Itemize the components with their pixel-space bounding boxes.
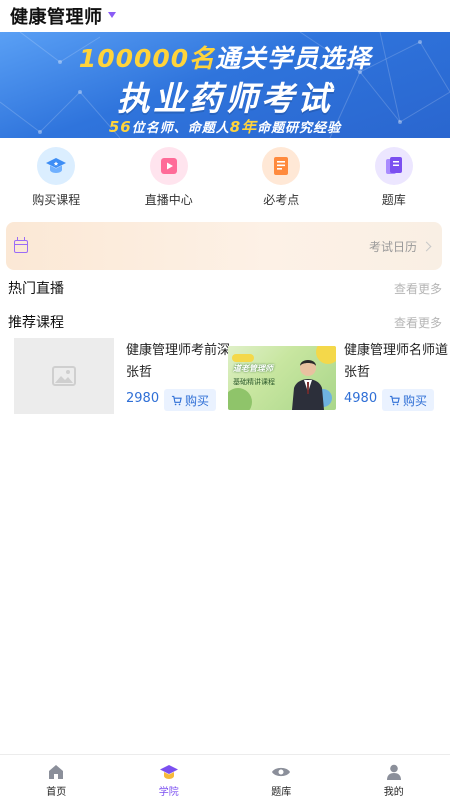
tab-question-bank[interactable]: 题库 (225, 755, 338, 800)
cart-icon (171, 395, 182, 405)
buy-button[interactable]: 购买 (164, 389, 216, 411)
image-placeholder-icon (52, 366, 76, 386)
course-card[interactable]: 健康管理师考前深张哲 2980 购买 (14, 338, 234, 418)
quicknav-label: 必考点 (263, 193, 300, 207)
play-icon (149, 147, 188, 185)
course-thumbnail: 道老管理师 基础精讲课程 (228, 346, 336, 410)
course-thumbnail (14, 338, 114, 414)
course-card[interactable]: 道老管理师 基础精讲课程 健康管理师名师道张哲 4980 购买 (228, 338, 448, 418)
calendar-icon (14, 236, 28, 253)
user-icon (386, 764, 401, 780)
quicknav-live-center[interactable]: 直播中心 (113, 142, 226, 214)
quicknav-label: 题库 (381, 193, 406, 207)
quicknav-question-bank[interactable]: 题库 (338, 142, 450, 214)
question-bank-icon (374, 147, 413, 185)
buy-label: 购买 (184, 393, 209, 408)
category-dropdown-icon[interactable] (107, 12, 116, 18)
home-icon (49, 765, 64, 779)
tab-label: 题库 (271, 787, 292, 798)
tab-home[interactable]: 首页 (0, 755, 113, 800)
tab-label: 学院 (158, 787, 179, 798)
graduation-cap-icon (159, 765, 178, 779)
notebook-icon (262, 147, 301, 185)
tab-label: 我的 (383, 787, 404, 798)
exam-category-title[interactable]: 健康管理师 (10, 3, 103, 29)
quicknav-label: 购买课程 (32, 193, 81, 207)
section-title: 热门直播 (8, 281, 64, 297)
cart-icon (389, 395, 400, 405)
app-header: 健康管理师 (0, 0, 450, 32)
tab-academy[interactable]: 学院 (113, 755, 226, 800)
quick-nav: 购买课程 直播中心 必考点 题库 (0, 142, 450, 214)
exam-calendar-label: 考试日历 (368, 239, 417, 254)
quicknav-buy-course[interactable]: 购买课程 (0, 142, 113, 214)
course-list: 健康管理师考前深张哲 2980 购买 道老管理师 基础精讲课程 健康管理师名师道… (0, 338, 450, 418)
course-price: 4980 (344, 391, 378, 406)
see-more-courses-link[interactable]: 查看更多 (394, 314, 442, 331)
banner-title: 执业药师考试 (117, 79, 333, 118)
course-price: 2980 (126, 391, 160, 406)
see-more-live-link[interactable]: 查看更多 (394, 280, 442, 297)
graduation-cap-icon (37, 147, 76, 185)
quicknav-label: 直播中心 (144, 193, 193, 207)
thumb-caption-line1: 道老管理师 (233, 364, 273, 373)
promo-banner[interactable]: 100000名通关学员选择 执业药师考试 56位名师、命题人8年命题研究经验 (0, 32, 450, 138)
thumb-caption-line2: 基础精讲课程 (233, 378, 275, 386)
course-title: 健康管理师名师道张哲 (344, 343, 448, 380)
section-hot-live: 热门直播 查看更多 (0, 277, 450, 299)
eye-icon (272, 767, 291, 777)
chevron-right-icon (421, 241, 432, 251)
course-title: 健康管理师考前深张哲 (126, 343, 231, 380)
section-recommended: 推荐课程 查看更多 (0, 311, 450, 333)
buy-button[interactable]: 购买 (382, 389, 434, 411)
buy-label: 购买 (402, 393, 427, 408)
tab-mine[interactable]: 我的 (338, 755, 450, 800)
exam-calendar-card[interactable]: 考试日历 (6, 222, 442, 270)
tab-label: 首页 (46, 787, 67, 798)
banner-subtitle: 56位名师、命题人8年命题研究经验 (108, 118, 342, 136)
banner-headline: 100000名通关学员选择 (78, 44, 372, 73)
section-title: 推荐课程 (8, 315, 64, 331)
bottom-tab-bar: 首页 学院 题库 我的 (0, 754, 450, 800)
quicknav-key-points[interactable]: 必考点 (225, 142, 338, 214)
